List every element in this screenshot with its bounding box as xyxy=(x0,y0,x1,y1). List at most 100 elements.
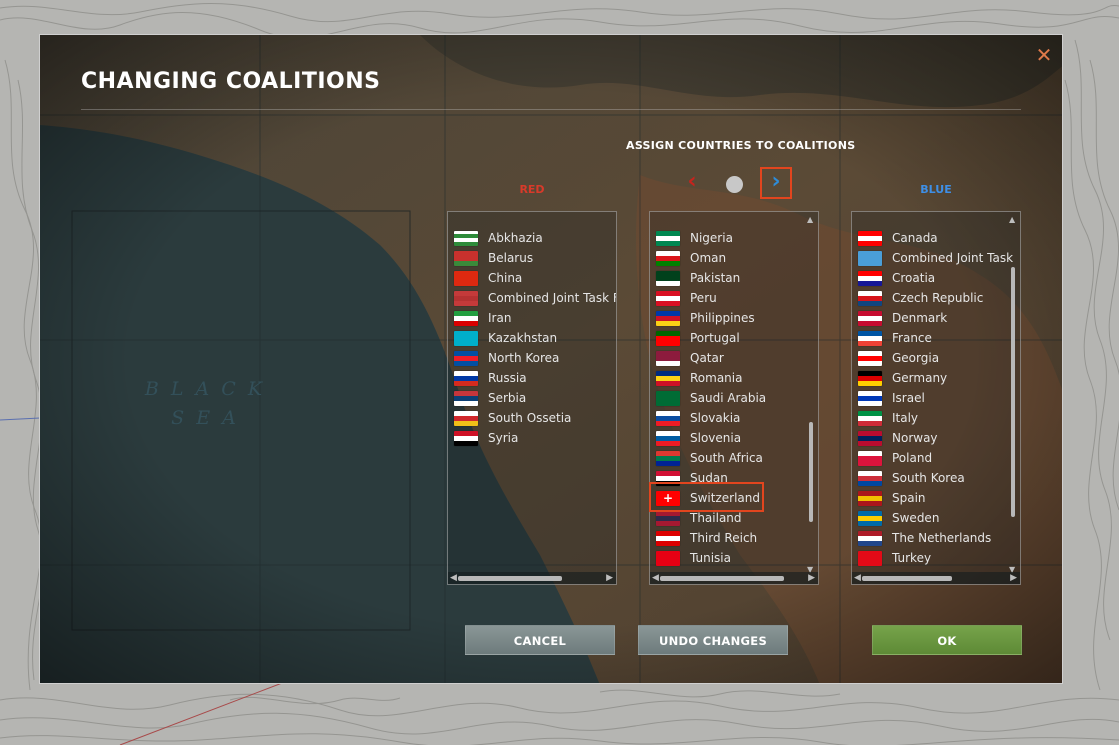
list-item[interactable]: South Korea xyxy=(852,468,1020,488)
scroll-left-icon[interactable]: ◀ xyxy=(450,573,457,583)
list-item-label: South Africa xyxy=(690,451,763,465)
list-item[interactable]: Pakistan xyxy=(650,268,818,288)
flag-icon xyxy=(858,550,882,566)
flag-icon xyxy=(454,290,478,306)
neutral-list-horizontal-scrollbar[interactable]: ◀ ▶ xyxy=(650,572,818,584)
list-item[interactable]: Iran xyxy=(448,308,616,328)
list-item[interactable]: Tunisia xyxy=(650,548,818,568)
scroll-thumb[interactable] xyxy=(809,422,813,522)
list-item[interactable]: China xyxy=(448,268,616,288)
coalitions-dialog: B L A C K S E A CHANGING COALITIONS ✕ AS… xyxy=(39,34,1063,684)
flag-icon xyxy=(858,330,882,346)
list-item[interactable]: The Netherlands xyxy=(852,528,1020,548)
map-label-black-sea: B L A C K S E A xyxy=(135,375,275,433)
list-item[interactable]: Croatia xyxy=(852,268,1020,288)
list-item-label: Oman xyxy=(690,251,727,265)
list-item[interactable]: Abkhazia xyxy=(448,228,616,248)
flag-icon xyxy=(858,510,882,526)
scroll-up-icon[interactable]: ▲ xyxy=(1009,215,1015,224)
list-item-label: Tunisia xyxy=(690,551,731,565)
scroll-left-icon[interactable]: ◀ xyxy=(652,573,659,583)
flag-icon xyxy=(656,230,680,246)
list-item[interactable]: Canada xyxy=(852,228,1020,248)
list-item[interactable]: Romania xyxy=(650,368,818,388)
list-item[interactable]: Turkey xyxy=(852,548,1020,568)
list-item[interactable]: Norway xyxy=(852,428,1020,448)
list-item[interactable]: Belarus xyxy=(448,248,616,268)
list-item[interactable]: Oman xyxy=(650,248,818,268)
list-item[interactable]: Combined Joint Task xyxy=(852,248,1020,268)
list-item[interactable]: Philippines xyxy=(650,308,818,328)
red-list-items: Abkhazia Belarus China Combined Joint Task … xyxy=(448,228,616,448)
list-item[interactable]: Georgia xyxy=(852,348,1020,368)
flag-icon xyxy=(454,390,478,406)
list-item[interactable]: Third Reich xyxy=(650,528,818,548)
flag-icon xyxy=(858,230,882,246)
blue-list-vertical-scrollbar[interactable]: ▲ ▼ xyxy=(1008,212,1018,574)
list-item[interactable]: Poland xyxy=(852,448,1020,468)
list-item[interactable]: North Korea xyxy=(448,348,616,368)
list-item-label: The Netherlands xyxy=(892,531,992,545)
list-item[interactable]: Sweden xyxy=(852,508,1020,528)
list-item[interactable]: Combined Joint Task Fo xyxy=(448,288,616,308)
flag-icon xyxy=(454,250,478,266)
list-item[interactable]: South Ossetia xyxy=(448,408,616,428)
list-item-label: Saudi Arabia xyxy=(690,391,767,405)
list-item[interactable]: Nigeria xyxy=(650,228,818,248)
list-item[interactable]: Slovakia xyxy=(650,408,818,428)
scroll-right-icon[interactable]: ▶ xyxy=(808,573,815,583)
ok-button[interactable]: OK xyxy=(872,625,1022,655)
list-item[interactable]: Peru xyxy=(650,288,818,308)
blue-list-horizontal-scrollbar[interactable]: ◀ ▶ xyxy=(852,572,1020,584)
list-item-label: Qatar xyxy=(690,351,724,365)
red-list-horizontal-scrollbar[interactable]: ◀ ▶ xyxy=(448,572,616,584)
neutral-countries-list[interactable]: Nigeria Oman Pakistan Peru Philippines Portug… xyxy=(649,211,819,585)
flag-icon xyxy=(858,250,882,266)
list-item-label: Combined Joint Task xyxy=(892,251,1014,265)
list-item[interactable]: Italy xyxy=(852,408,1020,428)
list-item[interactable]: Kazakhstan xyxy=(448,328,616,348)
list-item-label: Israel xyxy=(892,391,925,405)
cancel-button[interactable]: CANCEL xyxy=(465,625,615,655)
blue-coalition-list[interactable]: Canada Combined Joint Task Croatia Czech Re… xyxy=(851,211,1021,585)
scroll-left-icon[interactable]: ◀ xyxy=(854,573,861,583)
list-item[interactable]: Russia xyxy=(448,368,616,388)
list-item[interactable]: South Africa xyxy=(650,448,818,468)
list-item-label: Syria xyxy=(488,431,519,445)
scroll-thumb[interactable] xyxy=(862,576,952,581)
assign-heading: ASSIGN COUNTRIES TO COALITIONS xyxy=(626,139,856,152)
scroll-right-icon[interactable]: ▶ xyxy=(606,573,613,583)
list-item[interactable]: Spain xyxy=(852,488,1020,508)
page-indicator-dot xyxy=(726,176,743,193)
prev-page-arrow-icon[interactable]: ‹ xyxy=(680,171,704,195)
list-item[interactable]: France xyxy=(852,328,1020,348)
red-coalition-list[interactable]: Abkhazia Belarus China Combined Joint Task … xyxy=(447,211,617,585)
list-item-label: South Korea xyxy=(892,471,965,485)
list-item-label: Nigeria xyxy=(690,231,733,245)
scroll-right-icon[interactable]: ▶ xyxy=(1010,573,1017,583)
list-item[interactable]: Denmark xyxy=(852,308,1020,328)
list-item[interactable]: Germany xyxy=(852,368,1020,388)
list-item-label: Italy xyxy=(892,411,919,425)
list-item[interactable]: Serbia xyxy=(448,388,616,408)
scroll-thumb[interactable] xyxy=(660,576,784,581)
undo-changes-button[interactable]: UNDO CHANGES xyxy=(638,625,788,655)
list-item[interactable]: Israel xyxy=(852,388,1020,408)
list-item-label: Russia xyxy=(488,371,527,385)
list-item[interactable]: Syria xyxy=(448,428,616,448)
flag-icon xyxy=(858,290,882,306)
flag-icon xyxy=(656,270,680,286)
scroll-thumb[interactable] xyxy=(1011,267,1015,517)
scroll-up-icon[interactable]: ▲ xyxy=(807,215,813,224)
next-page-arrow-icon[interactable]: › xyxy=(760,167,792,199)
flag-icon xyxy=(858,410,882,426)
scroll-thumb[interactable] xyxy=(458,576,562,581)
list-item[interactable]: Portugal xyxy=(650,328,818,348)
close-icon[interactable]: ✕ xyxy=(1034,45,1054,65)
list-item[interactable]: Slovenia xyxy=(650,428,818,448)
list-item[interactable]: Saudi Arabia xyxy=(650,388,818,408)
neutral-list-vertical-scrollbar[interactable]: ▲ ▼ xyxy=(806,212,816,574)
list-item[interactable]: Qatar xyxy=(650,348,818,368)
list-item-label: Georgia xyxy=(892,351,940,365)
list-item[interactable]: Czech Republic xyxy=(852,288,1020,308)
